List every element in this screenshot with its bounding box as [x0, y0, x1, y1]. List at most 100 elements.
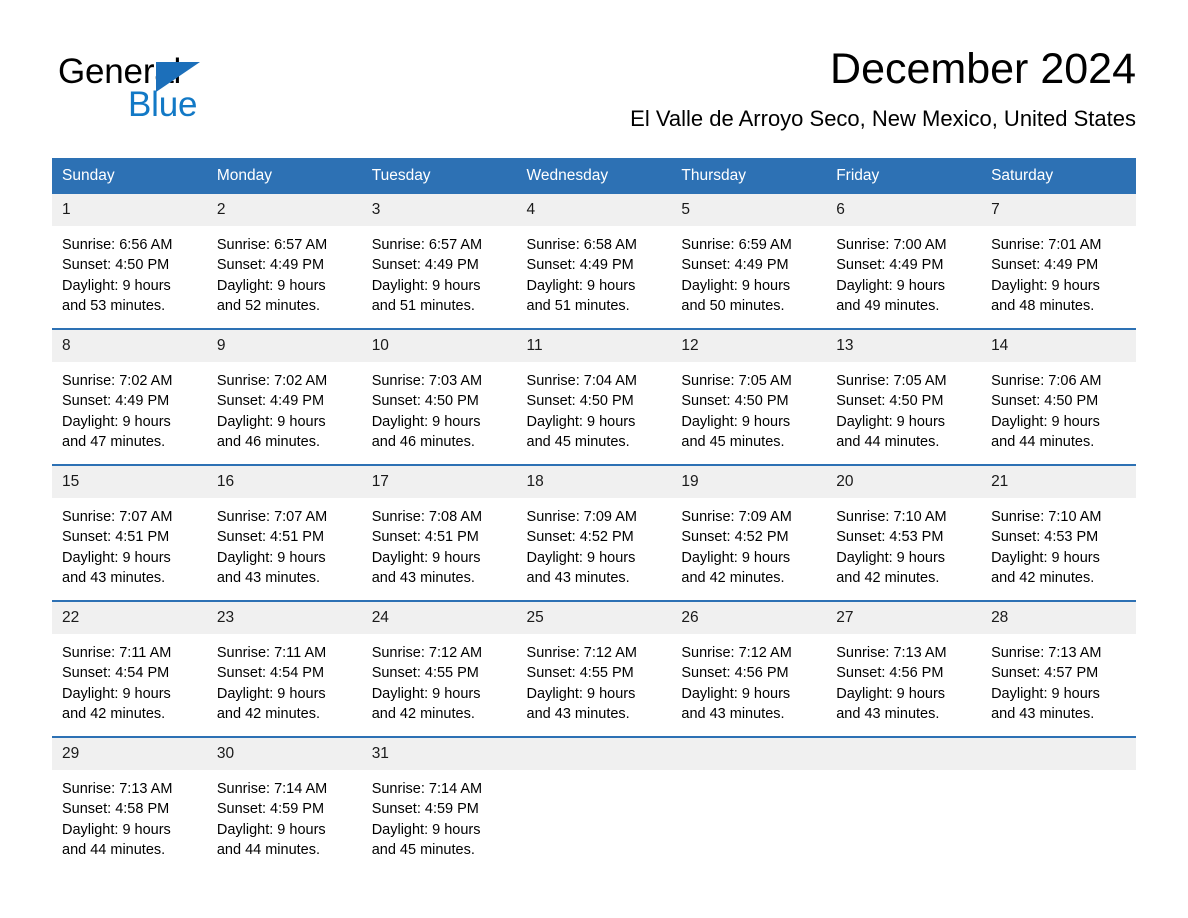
sunset-time: Sunset: 4:50 PM	[371, 393, 479, 410]
daylight-duration-line1: Daylight: 9 hours	[681, 685, 791, 702]
calendar-day-cell[interactable]: 22 Sunrise: 7:11 AM Sunset: 4:54 PM Dayligh…	[52, 600, 207, 737]
daylight-duration-line1: Daylight: 9 hours	[836, 685, 946, 702]
calendar-day-cell[interactable]: 4 Sunrise: 6:58 AM Sunset: 4:49 PM Daylight…	[516, 194, 672, 329]
calendar-day-cell[interactable]: 9 Sunrise: 7:02 AM Sunset: 4:49 PM Daylight…	[206, 328, 362, 465]
sunset-time: Sunset: 4:50 PM	[836, 393, 944, 410]
day-cell-content: 31 Sunrise: 7:14 AM Sunset: 4:59 PM Dayligh…	[361, 738, 517, 872]
sunset-time: Sunset: 4:55 PM	[371, 665, 479, 682]
day-cell-content: 12 Sunrise: 7:05 AM Sunset: 4:50 PM Dayligh…	[671, 330, 827, 464]
calendar-week-row: 1 Sunrise: 6:56 AM Sunset: 4:50 PM Daylight…	[52, 194, 1136, 329]
calendar-day-cell[interactable]	[826, 736, 982, 872]
day-number: 17	[361, 466, 517, 498]
calendar-day-cell[interactable]: 30 Sunrise: 7:14 AM Sunset: 4:59 PM Dayligh…	[206, 736, 362, 872]
day-details: Sunrise: 7:04 AM Sunset: 4:50 PM Daylight:…	[517, 362, 672, 452]
day-details: Sunrise: 7:03 AM Sunset: 4:50 PM Daylight:…	[362, 362, 517, 452]
sunset-time: Sunset: 4:50 PM	[526, 393, 634, 410]
day-number: 30	[206, 738, 362, 770]
day-number: 8	[52, 330, 207, 362]
day-number: 5	[671, 194, 827, 226]
calendar-day-cell[interactable]: 24 Sunrise: 7:12 AM Sunset: 4:55 PM Dayligh…	[361, 600, 517, 737]
calendar-day-cell[interactable]	[671, 736, 827, 872]
page-header: General Blue December 2024 El Valle de A…	[52, 42, 1136, 142]
calendar-day-cell[interactable]: 15 Sunrise: 7:07 AM Sunset: 4:51 PM Dayligh…	[52, 464, 207, 601]
calendar-day-cell[interactable]: 11 Sunrise: 7:04 AM Sunset: 4:50 PM Dayligh…	[516, 328, 672, 465]
calendar-day-cell[interactable]: 23 Sunrise: 7:11 AM Sunset: 4:54 PM Dayligh…	[206, 600, 362, 737]
sunrise-time: Sunrise: 7:05 AM	[836, 373, 947, 389]
daylight-duration-line1: Daylight: 9 hours	[991, 549, 1100, 566]
day-number: 9	[206, 330, 362, 362]
day-details: Sunrise: 7:09 AM Sunset: 4:52 PM Daylight:…	[671, 498, 826, 588]
daylight-duration-line1: Daylight: 9 hours	[216, 685, 326, 702]
calendar-day-cell[interactable]: 1 Sunrise: 6:56 AM Sunset: 4:50 PM Daylight…	[52, 194, 207, 329]
daylight-duration-line2: and 42 minutes.	[62, 705, 166, 722]
calendar-day-cell[interactable]: 19 Sunrise: 7:09 AM Sunset: 4:52 PM Dayligh…	[671, 464, 827, 601]
daylight-duration-line1: Daylight: 9 hours	[991, 277, 1100, 294]
sunset-time: Sunset: 4:52 PM	[681, 529, 789, 546]
calendar-day-cell[interactable]: 17 Sunrise: 7:08 AM Sunset: 4:51 PM Dayligh…	[361, 464, 517, 601]
sunrise-time: Sunrise: 7:12 AM	[526, 645, 637, 661]
calendar-day-cell[interactable]: 25 Sunrise: 7:12 AM Sunset: 4:55 PM Dayligh…	[516, 600, 672, 737]
day-cell-content: 13 Sunrise: 7:05 AM Sunset: 4:50 PM Dayligh…	[826, 330, 982, 464]
sunset-time: Sunset: 4:54 PM	[62, 665, 170, 682]
page-title: December 2024	[830, 45, 1136, 93]
day-number: 11	[516, 330, 672, 362]
day-details: Sunrise: 7:05 AM Sunset: 4:50 PM Daylight:…	[671, 362, 826, 452]
sunrise-time: Sunrise: 7:04 AM	[526, 373, 637, 389]
day-number: 1	[52, 194, 207, 226]
page-subtitle: El Valle de Arroyo Seco, New Mexico, Uni…	[630, 106, 1136, 131]
sunset-time: Sunset: 4:58 PM	[62, 801, 170, 818]
calendar-day-cell[interactable]: 21 Sunrise: 7:10 AM Sunset: 4:53 PM Dayligh…	[981, 464, 1136, 601]
day-number	[826, 738, 982, 770]
daylight-duration-line1: Daylight: 9 hours	[62, 685, 171, 702]
daylight-duration-line2: and 53 minutes.	[62, 297, 166, 314]
daylight-duration-line1: Daylight: 9 hours	[836, 549, 946, 566]
daylight-duration-line1: Daylight: 9 hours	[62, 821, 171, 838]
calendar-day-cell[interactable]: 6 Sunrise: 7:00 AM Sunset: 4:49 PM Daylight…	[826, 194, 982, 329]
sunrise-time: Sunrise: 6:59 AM	[681, 237, 792, 253]
daylight-duration-line1: Daylight: 9 hours	[526, 413, 636, 430]
calendar-day-cell[interactable]: 31 Sunrise: 7:14 AM Sunset: 4:59 PM Dayligh…	[361, 736, 517, 872]
day-number: 28	[981, 602, 1136, 634]
calendar-day-cell[interactable]: 13 Sunrise: 7:05 AM Sunset: 4:50 PM Dayligh…	[826, 328, 982, 465]
calendar-day-cell[interactable]	[981, 736, 1136, 872]
daylight-duration-line1: Daylight: 9 hours	[371, 821, 481, 838]
daylight-duration-line2: and 45 minutes.	[371, 841, 475, 858]
calendar-day-cell[interactable]: 29 Sunrise: 7:13 AM Sunset: 4:58 PM Dayligh…	[52, 736, 207, 872]
sunset-time: Sunset: 4:52 PM	[526, 529, 634, 546]
calendar-day-cell[interactable]: 10 Sunrise: 7:03 AM Sunset: 4:50 PM Dayligh…	[361, 328, 517, 465]
day-details: Sunrise: 7:08 AM Sunset: 4:51 PM Daylight:…	[362, 498, 517, 588]
day-details: Sunrise: 7:14 AM Sunset: 4:59 PM Daylight:…	[207, 770, 362, 860]
day-details: Sunrise: 7:07 AM Sunset: 4:51 PM Daylight:…	[52, 498, 207, 588]
calendar-day-cell[interactable]: 7 Sunrise: 7:01 AM Sunset: 4:49 PM Daylight…	[981, 194, 1136, 329]
calendar-day-cell[interactable]: 16 Sunrise: 7:07 AM Sunset: 4:51 PM Dayligh…	[206, 464, 362, 601]
calendar-day-cell[interactable]: 12 Sunrise: 7:05 AM Sunset: 4:50 PM Dayligh…	[671, 328, 827, 465]
general-blue-logo[interactable]: General Blue	[58, 52, 318, 126]
day-number: 25	[516, 602, 672, 634]
calendar-day-cell[interactable]: 3 Sunrise: 6:57 AM Sunset: 4:49 PM Daylight…	[361, 194, 517, 329]
calendar-week-row: 8 Sunrise: 7:02 AM Sunset: 4:49 PM Daylight…	[52, 328, 1136, 465]
day-number: 4	[516, 194, 672, 226]
day-number: 21	[981, 466, 1136, 498]
calendar-day-cell[interactable]: 18 Sunrise: 7:09 AM Sunset: 4:52 PM Dayligh…	[516, 464, 672, 601]
day-cell-content: 17 Sunrise: 7:08 AM Sunset: 4:51 PM Dayligh…	[361, 466, 517, 600]
day-number: 29	[52, 738, 207, 770]
sunset-time: Sunset: 4:55 PM	[526, 665, 634, 682]
day-number	[516, 738, 672, 770]
sunrise-time: Sunrise: 7:06 AM	[991, 373, 1102, 389]
calendar-day-cell[interactable]	[516, 736, 672, 872]
calendar-day-cell[interactable]: 28 Sunrise: 7:13 AM Sunset: 4:57 PM Dayligh…	[981, 600, 1136, 737]
calendar-day-cell[interactable]: 8 Sunrise: 7:02 AM Sunset: 4:49 PM Daylight…	[52, 328, 207, 465]
day-number: 18	[516, 466, 672, 498]
day-number: 19	[671, 466, 827, 498]
sunset-time: Sunset: 4:54 PM	[216, 665, 325, 682]
sunrise-time: Sunrise: 7:11 AM	[62, 645, 172, 661]
calendar-day-cell[interactable]: 2 Sunrise: 6:57 AM Sunset: 4:49 PM Daylight…	[206, 194, 362, 329]
day-number: 10	[361, 330, 517, 362]
calendar-day-cell[interactable]: 26 Sunrise: 7:12 AM Sunset: 4:56 PM Dayligh…	[671, 600, 827, 737]
calendar-day-cell[interactable]: 20 Sunrise: 7:10 AM Sunset: 4:53 PM Dayligh…	[826, 464, 982, 601]
calendar-day-cell[interactable]: 27 Sunrise: 7:13 AM Sunset: 4:56 PM Dayligh…	[826, 600, 982, 737]
daylight-duration-line1: Daylight: 9 hours	[681, 413, 791, 430]
calendar-day-cell[interactable]: 14 Sunrise: 7:06 AM Sunset: 4:50 PM Dayligh…	[981, 328, 1136, 465]
calendar-day-cell[interactable]: 5 Sunrise: 6:59 AM Sunset: 4:49 PM Daylight…	[671, 194, 827, 329]
sunrise-time: Sunrise: 6:56 AM	[62, 237, 173, 253]
